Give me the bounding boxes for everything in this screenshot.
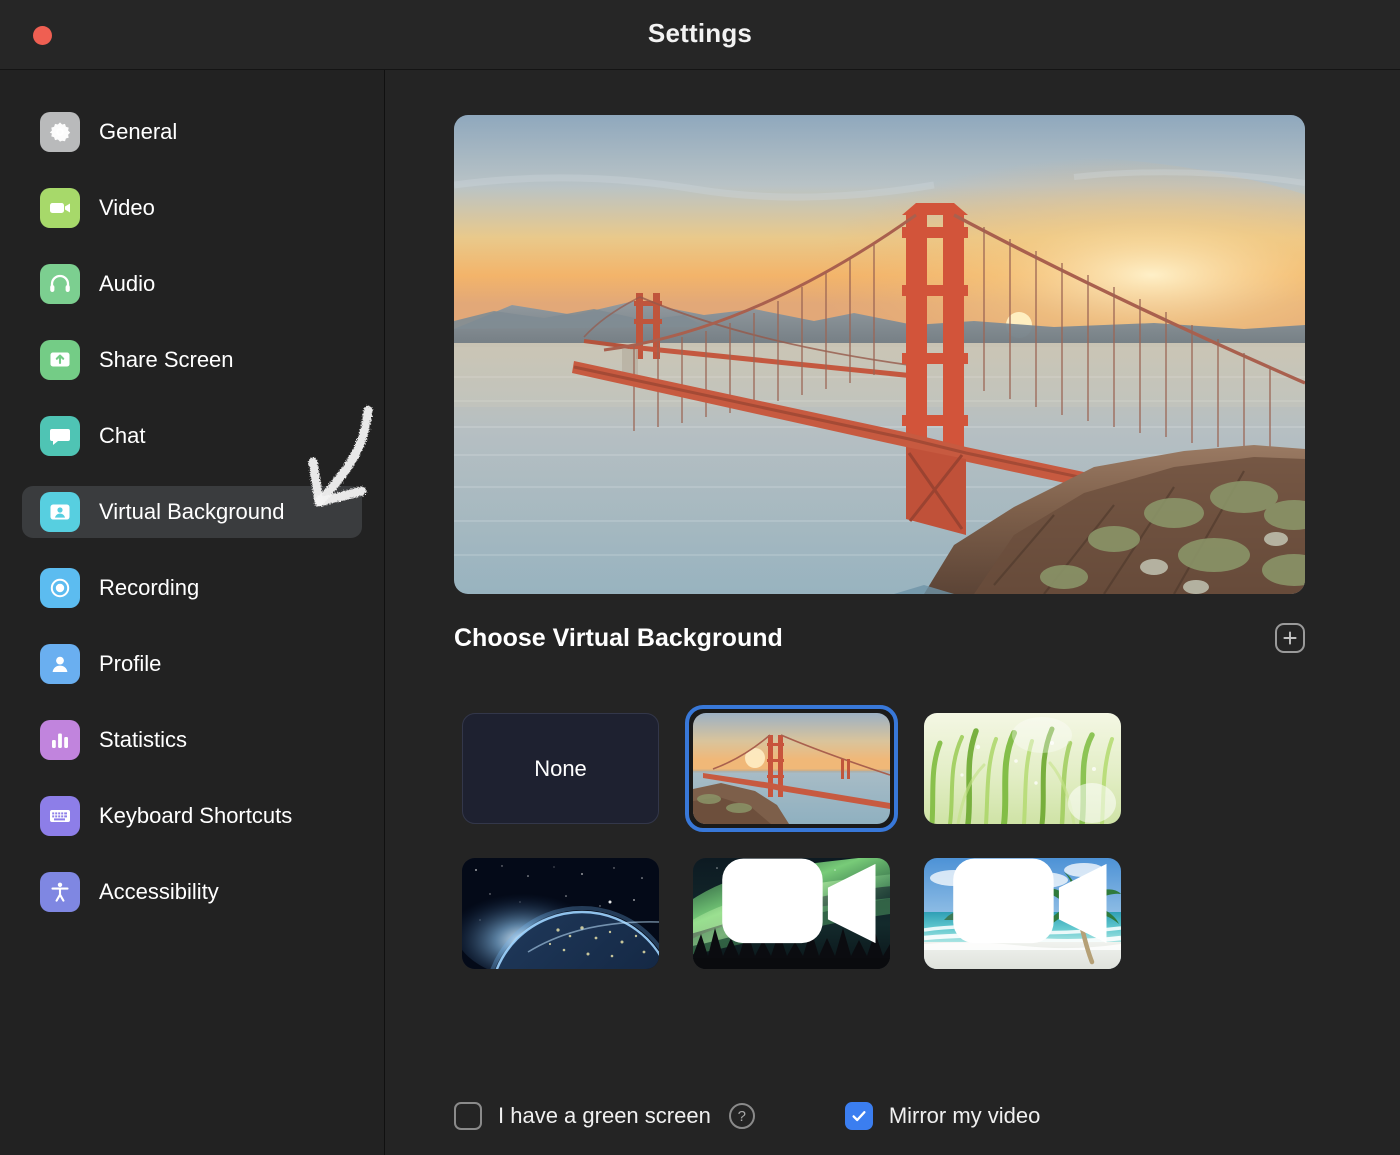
- video-camera-icon: [40, 188, 80, 228]
- person-icon: [40, 644, 80, 684]
- help-icon-glyph: ?: [737, 1107, 746, 1125]
- background-tile-earth-from-space[interactable]: [462, 858, 659, 969]
- virtual-background-options: I have a green screen ? Mirror my video: [454, 1102, 1040, 1130]
- mirror-video-option: Mirror my video: [844, 1102, 1041, 1130]
- background-tile-grass[interactable]: [924, 713, 1121, 824]
- record-icon: [40, 568, 80, 608]
- background-tile-wrapper-selected: [685, 705, 898, 832]
- sidebar-item-chat[interactable]: Chat: [22, 410, 362, 462]
- background-tile-golden-gate-bridge[interactable]: [693, 713, 890, 824]
- background-tile-label: None: [534, 755, 587, 781]
- virtual-background-icon: [40, 492, 80, 532]
- add-background-button[interactable]: [1275, 623, 1305, 653]
- bar-chart-icon: [40, 720, 80, 760]
- green-screen-option: I have a green screen ?: [454, 1102, 755, 1130]
- background-tile-none[interactable]: None: [462, 713, 659, 824]
- sidebar-item-accessibility[interactable]: Accessibility: [22, 866, 362, 918]
- video-badge-icon: [722, 858, 876, 944]
- sidebar-item-audio[interactable]: Audio: [22, 258, 362, 310]
- sidebar-item-virtual-background[interactable]: Virtual Background: [22, 486, 362, 538]
- sidebar-item-label: Audio: [99, 271, 156, 296]
- sidebar-item-label: Virtual Background: [99, 499, 285, 524]
- green-screen-checkbox[interactable]: [454, 1102, 482, 1130]
- sidebar-item-label: Profile: [99, 651, 162, 676]
- share-screen-icon: [40, 340, 80, 380]
- title-bar: Settings: [0, 0, 1400, 70]
- video-preview[interactable]: [454, 115, 1305, 594]
- sidebar-item-profile[interactable]: Profile: [22, 638, 362, 690]
- sidebar-item-label: Keyboard Shortcuts: [99, 803, 293, 828]
- checkmark-icon: [852, 1111, 866, 1122]
- section-title: Choose Virtual Background: [454, 623, 783, 652]
- settings-sidebar: General Video Audio Share Screen Chat Vi…: [0, 70, 385, 1155]
- background-tile-aurora-borealis[interactable]: [693, 858, 890, 969]
- background-tile-tropical-beach[interactable]: [924, 858, 1121, 969]
- sidebar-item-general[interactable]: General: [22, 106, 362, 158]
- background-tile-wrapper: [685, 850, 898, 977]
- video-badge-icon: [953, 858, 1107, 944]
- sidebar-item-label: Chat: [99, 423, 146, 448]
- green-screen-label: I have a green screen: [498, 1103, 711, 1128]
- sidebar-item-label: Recording: [99, 575, 200, 600]
- sidebar-item-statistics[interactable]: Statistics: [22, 714, 362, 766]
- sidebar-item-label: Video: [99, 195, 155, 220]
- sidebar-item-video[interactable]: Video: [22, 182, 362, 234]
- background-tile-wrapper: [916, 705, 1129, 832]
- background-tile-wrapper: [916, 850, 1129, 977]
- sidebar-item-share-screen[interactable]: Share Screen: [22, 334, 362, 386]
- choose-background-header: Choose Virtual Background: [454, 623, 1305, 653]
- mirror-video-checkbox[interactable]: [844, 1102, 873, 1130]
- background-thumbnail-grid: None: [454, 705, 1314, 977]
- headphones-icon: [40, 264, 80, 304]
- help-icon[interactable]: ?: [728, 1103, 755, 1129]
- plus-icon: [1283, 631, 1297, 645]
- sidebar-item-label: Statistics: [99, 727, 188, 752]
- sidebar-item-label: Share Screen: [99, 347, 234, 372]
- background-tile-wrapper: [454, 850, 667, 977]
- sidebar-item-keyboard-shortcuts[interactable]: Keyboard Shortcuts: [22, 790, 362, 842]
- settings-window: Settings General Video Audio Share Scree…: [0, 0, 1400, 1155]
- mirror-video-label: Mirror my video: [888, 1103, 1041, 1128]
- page-title: Settings: [647, 18, 753, 48]
- virtual-background-panel: Choose Virtual Background None I have a …: [386, 70, 1400, 1155]
- sidebar-item-label: Accessibility: [99, 879, 219, 904]
- sidebar-item-recording[interactable]: Recording: [22, 562, 362, 614]
- chat-bubble-icon: [40, 416, 80, 456]
- background-tile-wrapper: None: [454, 705, 667, 832]
- accessibility-icon: [40, 872, 80, 912]
- keyboard-icon: [40, 796, 80, 836]
- gear-icon: [40, 112, 80, 152]
- sidebar-item-label: General: [99, 119, 178, 144]
